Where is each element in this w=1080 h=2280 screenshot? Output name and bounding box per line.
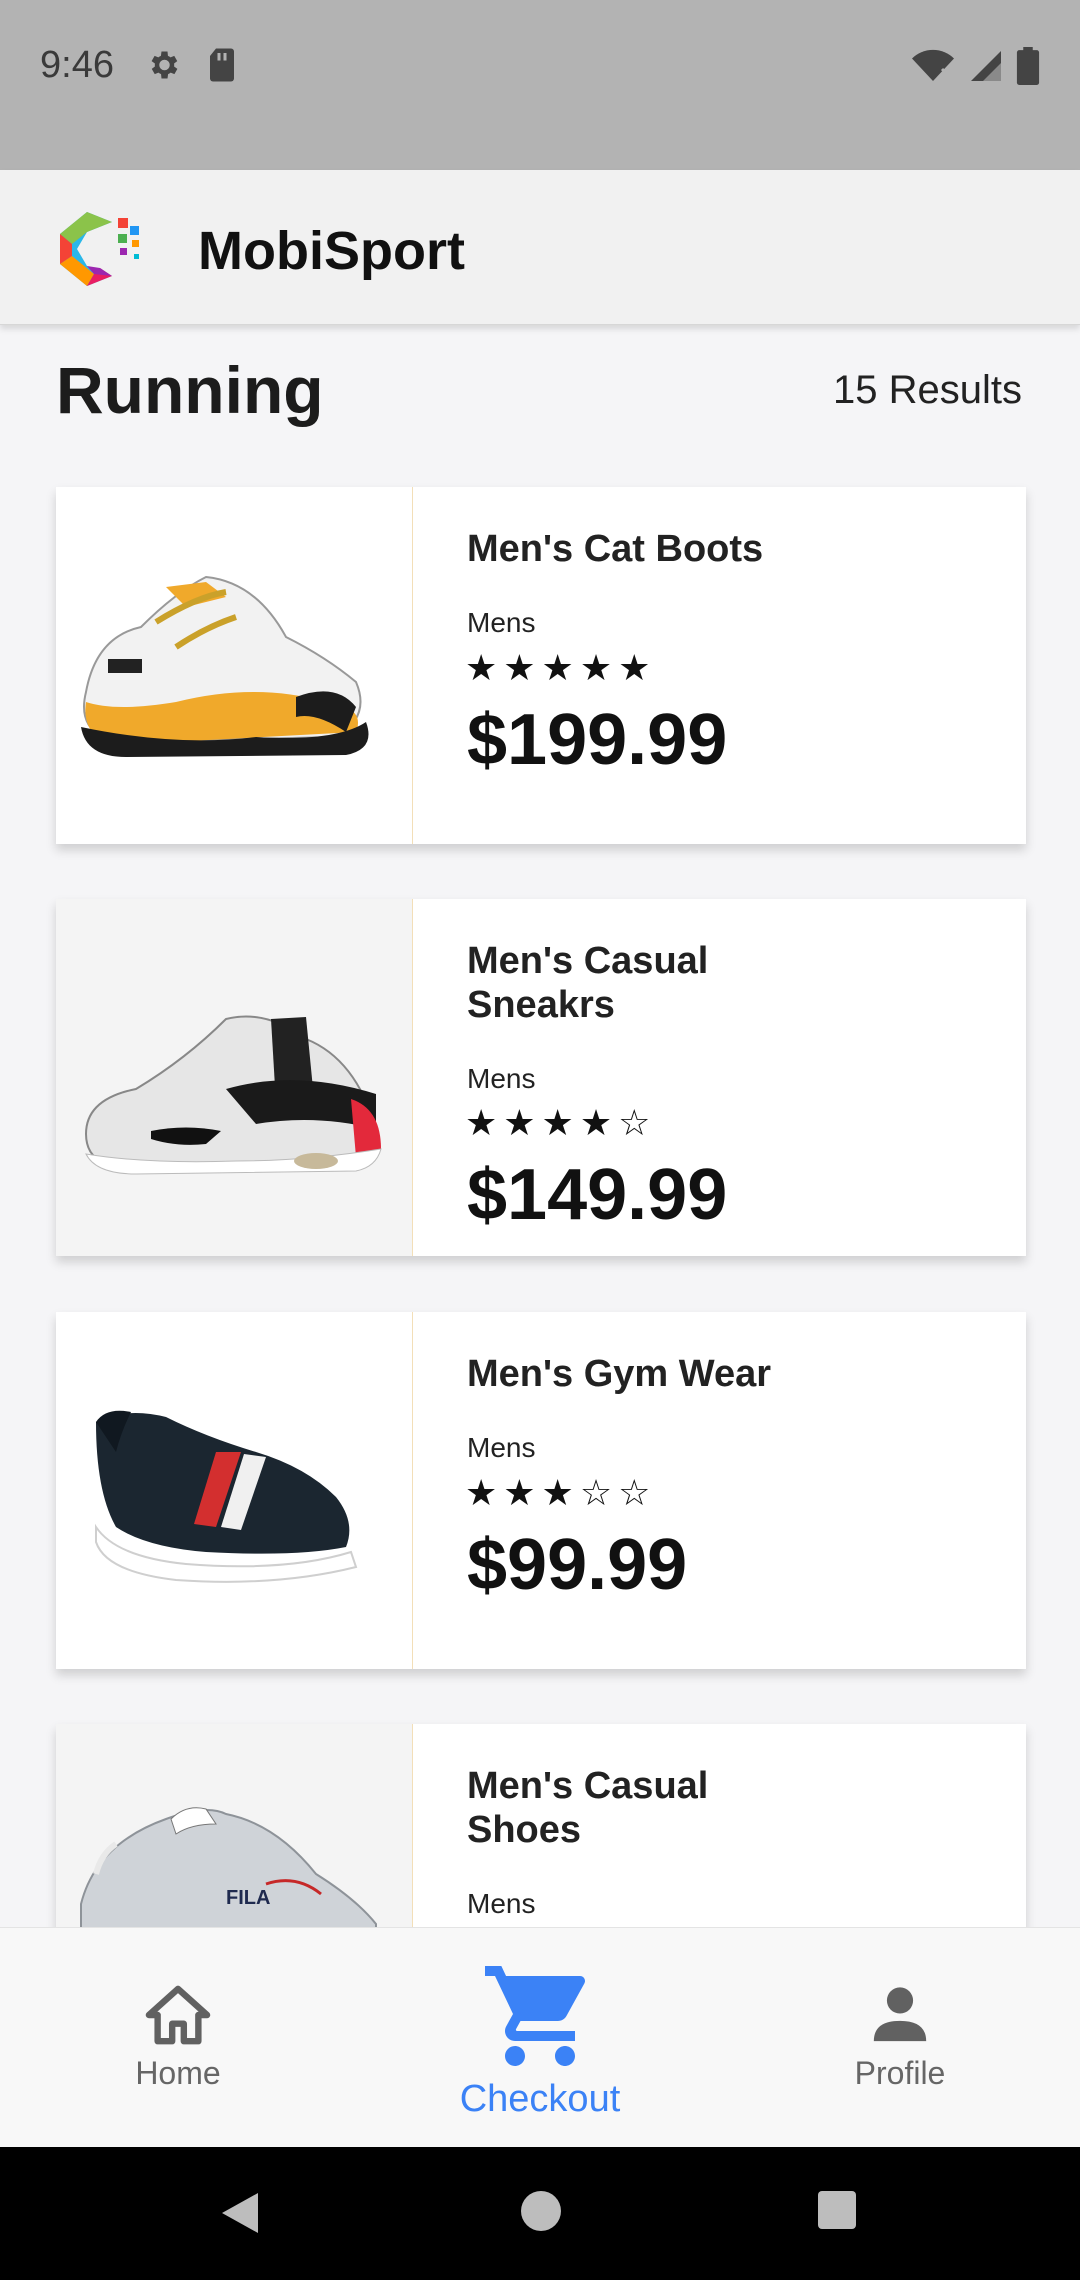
nav-label-home: Home [135, 2055, 221, 2091]
back-icon[interactable] [218, 2189, 262, 2242]
product-name[interactable]: Men's Casual Shoes [467, 1764, 827, 1852]
app-title: MobiSport [198, 221, 465, 281]
home-circle-icon[interactable] [519, 2189, 563, 2238]
page-title: Running [56, 353, 324, 427]
product-category: Mens [467, 1888, 536, 1919]
rating-stars: ★★★☆☆ [465, 1472, 657, 1513]
product-card[interactable]: Men's Casual Sneakrs Mens ★★★★☆ $149.99 [56, 899, 1026, 1256]
product-image [56, 487, 413, 844]
app-bar: MobiSport [0, 170, 1080, 325]
home-icon [108, 1983, 248, 2055]
nav-label-checkout: Checkout [459, 2078, 621, 2120]
person-icon [830, 1983, 970, 2055]
product-name[interactable]: Men's Gym Wear [467, 1352, 827, 1396]
product-category: Mens [467, 1063, 536, 1094]
product-price: $99.99 [467, 1525, 688, 1605]
product-card[interactable]: Men's Cat Boots Mens ★★★★★ $199.99 [56, 487, 1026, 844]
signal-icon [968, 48, 1004, 89]
battery-icon [1016, 47, 1040, 90]
app-logo-icon [42, 204, 152, 294]
product-card[interactable]: Men's Gym Wear Mens ★★★☆☆ $99.99 [56, 1312, 1026, 1669]
rating-stars: ★★★★☆ [465, 1102, 657, 1143]
system-navigation-bar [0, 2147, 1080, 2280]
product-price: $199.99 [467, 700, 728, 780]
product-name[interactable]: Men's Cat Boots [467, 527, 827, 571]
status-time: 9:46 [40, 44, 114, 86]
status-bar: 9:46 [0, 0, 1080, 170]
product-image [56, 899, 413, 1256]
sd-card-icon [207, 47, 237, 88]
cart-icon [450, 1956, 630, 2078]
product-category: Mens [467, 1432, 536, 1463]
nav-home[interactable]: Home [108, 1983, 248, 2092]
product-category: Mens [467, 607, 536, 638]
bottom-navigation: Home Checkout Profile [0, 1927, 1080, 2147]
results-count: 15 Results [833, 368, 1022, 412]
product-image [56, 1312, 413, 1669]
rating-stars: ★★★★★ [465, 647, 657, 688]
nav-label-profile: Profile [854, 2055, 946, 2091]
svg-text:FILA: FILA [226, 1887, 270, 1909]
product-price: $149.99 [467, 1155, 728, 1235]
wifi-icon [910, 48, 956, 89]
product-name[interactable]: Men's Casual Sneakrs [467, 939, 827, 1027]
gear-icon [145, 47, 181, 88]
nav-checkout[interactable]: Checkout [450, 1956, 630, 2121]
recents-square-icon[interactable] [816, 2189, 858, 2236]
nav-profile[interactable]: Profile [830, 1983, 970, 2092]
